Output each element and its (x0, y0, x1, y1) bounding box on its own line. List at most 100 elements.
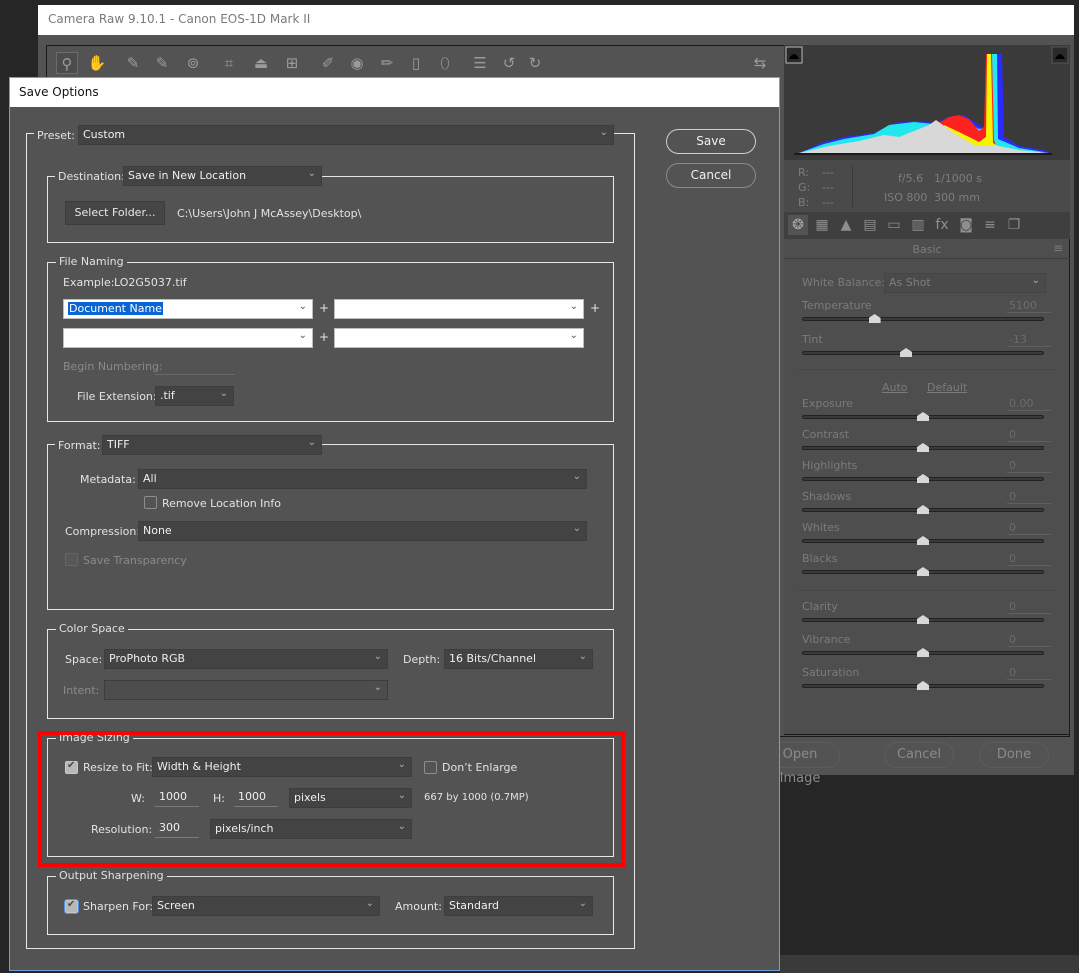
contrast-value[interactable]: 0 (1007, 428, 1051, 442)
straighten-tool-icon[interactable]: ⏏ (250, 52, 272, 74)
default-link[interactable]: Default (927, 381, 967, 394)
panel-menu-icon[interactable]: ≡ (1053, 241, 1063, 255)
naming-field-4[interactable]: ⌄ (334, 328, 584, 348)
blacks-value[interactable]: 0 (1007, 552, 1051, 566)
intent-select[interactable]: ⌄ (104, 680, 388, 700)
exposure-value[interactable]: 0.00 (1007, 397, 1051, 411)
slider-label: Saturation (802, 666, 860, 679)
file-extension-value: .tif (160, 389, 175, 402)
tint-slider-thumb[interactable] (900, 348, 913, 357)
chevron-down-icon: ⌄ (572, 523, 581, 534)
tab-lens-corrections-icon[interactable]: ▥ (908, 215, 928, 235)
save-transparency-checkbox[interactable] (65, 553, 78, 566)
temperature-value[interactable]: 5100 (1007, 299, 1051, 313)
highlights-slider-thumb[interactable] (917, 474, 929, 483)
depth-select[interactable]: 16 Bits/Channel ⌄ (444, 649, 593, 669)
tab-hsl-icon[interactable]: ▤ (860, 215, 880, 235)
adjustment-brush-tool-icon[interactable]: ✏ (376, 52, 398, 74)
cancel-button[interactable]: Cancel (666, 163, 756, 188)
red-eye-tool-icon[interactable]: ◉ (346, 52, 368, 74)
crop-tool-icon[interactable]: ⌗ (218, 52, 240, 74)
space-value: ProPhoto RGB (109, 652, 186, 665)
sharpen-for-select[interactable]: Screen ⌄ (152, 896, 380, 916)
shutter-speed: 1/1000 s (934, 172, 982, 185)
tab-presets-icon[interactable]: ≡ (980, 215, 1000, 235)
preferences-tool-icon[interactable]: ☰ (469, 52, 491, 74)
example-value: LO2G5037.tif (114, 276, 187, 289)
tint-slider[interactable] (802, 351, 1044, 355)
amount-label: Amount: (395, 900, 442, 913)
clarity-slider-thumb[interactable] (917, 615, 929, 624)
divider (798, 590, 1054, 591)
shadows-slider-thumb[interactable] (917, 505, 929, 514)
white-balance-select[interactable]: As Shot ⌄ (884, 273, 1046, 293)
spot-removal-tool-icon[interactable]: ✐ (317, 52, 339, 74)
preset-select[interactable]: Custom ⌄ (78, 125, 614, 145)
select-folder-button[interactable]: Select Folder... (65, 201, 165, 225)
naming-field-1[interactable]: Document Name ⌄ (63, 299, 313, 319)
begin-numbering-input[interactable] (155, 356, 235, 375)
highlights-value[interactable]: 0 (1007, 459, 1051, 473)
g-label: G: (798, 181, 811, 194)
naming-field-2[interactable]: ⌄ (334, 299, 584, 319)
space-select[interactable]: ProPhoto RGB ⌄ (104, 649, 388, 669)
whites-value[interactable]: 0 (1007, 521, 1051, 535)
destination-select[interactable]: Save in New Location ⌄ (123, 166, 322, 186)
tab-snapshots-icon[interactable]: ❐ (1004, 215, 1024, 235)
done-button[interactable]: Done (979, 742, 1049, 768)
amount-select[interactable]: Standard ⌄ (444, 896, 593, 916)
temperature-slider[interactable] (802, 317, 1044, 321)
chevron-down-icon: ⌄ (569, 301, 578, 312)
color-space-legend: Color Space (56, 622, 128, 635)
whites-slider-thumb[interactable] (917, 536, 929, 545)
camera-info-panel: R: --- G: --- B: --- f/5.6 1/1000 s ISO … (784, 160, 1070, 212)
vibrance-slider-thumb[interactable] (917, 648, 929, 657)
exposure-slider-thumb[interactable] (917, 412, 929, 421)
vibrance-value[interactable]: 0 (1007, 633, 1051, 647)
tint-value[interactable]: -13 (1007, 333, 1051, 347)
transform-tool-icon[interactable]: ⊞ (281, 52, 303, 74)
intent-label: Intent: (63, 684, 100, 697)
compression-value: None (143, 524, 172, 537)
file-extension-select[interactable]: .tif ⌄ (155, 386, 234, 406)
camera-raw-cancel-button[interactable]: Cancel (884, 742, 954, 768)
contrast-slider-thumb[interactable] (917, 443, 929, 452)
shadows-value[interactable]: 0 (1007, 490, 1051, 504)
compression-select[interactable]: None ⌄ (138, 521, 587, 541)
chevron-down-icon: ⌄ (569, 330, 578, 341)
white-balance-tool-icon[interactable]: ✎ (122, 52, 144, 74)
metadata-select[interactable]: All ⌄ (138, 469, 587, 489)
color-sampler-tool-icon[interactable]: ✎ (151, 52, 173, 74)
tab-camera-calibration-icon[interactable]: ◙ (956, 215, 976, 235)
hand-tool-icon[interactable]: ✋ (86, 52, 108, 74)
sharpen-for-checkbox[interactable] (64, 899, 79, 914)
tab-effects-icon[interactable]: fx (932, 215, 952, 235)
chevron-down-icon: ⌄ (578, 651, 587, 662)
r-value: --- (822, 166, 834, 179)
tab-split-toning-icon[interactable]: ▭ (884, 215, 904, 235)
naming-field-3[interactable]: ⌄ (63, 328, 313, 348)
radial-filter-tool-icon[interactable]: ⬯ (434, 52, 456, 74)
fullscreen-toggle-icon[interactable]: ⇆ (749, 52, 771, 74)
tab-detail-icon[interactable]: ▲ (836, 215, 856, 235)
format-select[interactable]: TIFF ⌄ (102, 435, 322, 455)
blacks-slider-thumb[interactable] (917, 567, 929, 576)
rotate-left-tool-icon[interactable]: ↺ (498, 52, 520, 74)
saturation-value[interactable]: 0 (1007, 666, 1051, 680)
temperature-slider-thumb[interactable] (868, 314, 881, 323)
tab-basic-icon[interactable]: ❂ (788, 215, 808, 235)
save-button[interactable]: Save (666, 129, 756, 154)
zoom-tool-icon[interactable]: ⚲ (56, 52, 78, 74)
slider-label: Tint (802, 333, 823, 346)
auto-link[interactable]: Auto (882, 381, 908, 394)
saturation-slider-thumb[interactable] (917, 681, 929, 690)
clarity-value[interactable]: 0 (1007, 600, 1051, 614)
remove-location-checkbox[interactable] (144, 496, 157, 509)
graduated-filter-tool-icon[interactable]: ▯ (405, 52, 427, 74)
tab-tone-curve-icon[interactable]: ▦ (812, 215, 832, 235)
slider-label: Vibrance (802, 633, 851, 646)
chevron-down-icon: ⌄ (373, 651, 382, 662)
targeted-adjustment-tool-icon[interactable]: ⊚ (182, 52, 204, 74)
rotate-right-tool-icon[interactable]: ↻ (524, 52, 546, 74)
b-value: --- (822, 196, 834, 209)
